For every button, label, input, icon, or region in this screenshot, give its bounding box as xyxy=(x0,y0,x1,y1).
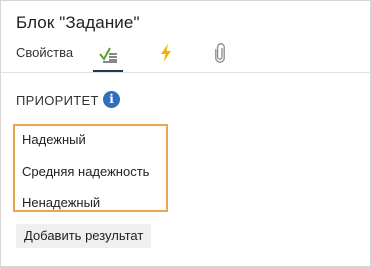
tab-properties[interactable]: Свойства xyxy=(16,45,73,60)
tab-attachments[interactable] xyxy=(205,41,235,71)
task-block-panel: Блок "Задание" Свойства ПРИОРИТЕТ i Наде… xyxy=(0,0,371,267)
tab-checklist[interactable] xyxy=(93,41,123,73)
lightning-icon xyxy=(161,44,171,62)
priority-options-list: Надежный Средняя надежность Ненадежный xyxy=(13,124,168,212)
paperclip-icon xyxy=(215,43,225,63)
tab-divider xyxy=(1,72,370,73)
info-icon[interactable]: i xyxy=(103,91,120,108)
checklist-icon xyxy=(99,47,117,63)
tab-bar: Свойства xyxy=(16,41,73,73)
priority-label: ПРИОРИТЕТ xyxy=(16,93,99,108)
panel-title: Блок "Задание" xyxy=(16,13,140,32)
tab-events[interactable] xyxy=(151,41,181,71)
priority-option-reliable[interactable]: Надежный xyxy=(22,132,86,147)
add-result-button[interactable]: Добавить результат xyxy=(16,224,152,248)
priority-option-unreliable[interactable]: Ненадежный xyxy=(22,195,100,210)
priority-option-medium[interactable]: Средняя надежность xyxy=(22,164,149,179)
